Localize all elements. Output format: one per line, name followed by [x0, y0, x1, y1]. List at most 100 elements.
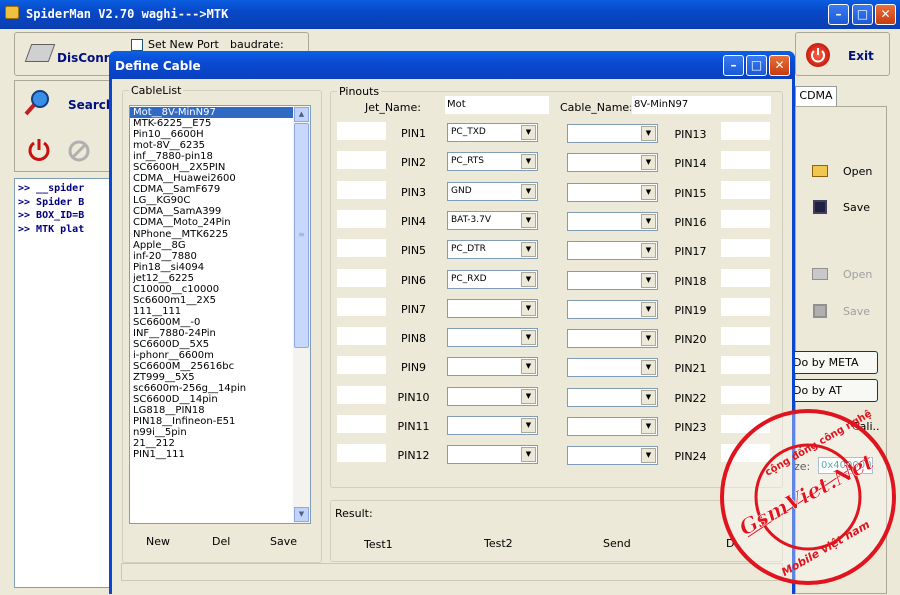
- dialog-maximize-button[interactable]: □: [746, 55, 767, 76]
- pin-signal-select[interactable]: BAT-3.7V ▼: [447, 210, 538, 230]
- cable-list-item[interactable]: i-phonr__6600m: [130, 350, 294, 361]
- cable-list-item[interactable]: SC6600H__2X5PIN: [130, 162, 294, 173]
- chevron-down-icon[interactable]: ▼: [641, 419, 656, 434]
- cable-list-item[interactable]: MTK-6225__E75: [130, 118, 294, 129]
- cable-list-item[interactable]: SC6600D__5X5: [130, 339, 294, 350]
- chevron-down-icon[interactable]: ▼: [641, 126, 656, 141]
- stop-icon[interactable]: [67, 139, 91, 163]
- cable-list-item[interactable]: inf-20__7880: [130, 251, 294, 262]
- pin-signal-select[interactable]: ▼: [567, 182, 658, 202]
- cable-list-item[interactable]: PIN1__111: [130, 449, 294, 460]
- pin-left-extra-field[interactable]: [336, 326, 387, 347]
- chevron-down-icon[interactable]: ▼: [521, 447, 536, 463]
- cable-list-item[interactable]: Sc6600m1__2X5: [130, 295, 294, 306]
- cable-list-item[interactable]: CDMA__SamA399: [130, 206, 294, 217]
- pin-left-extra-field[interactable]: [336, 267, 387, 288]
- pin-signal-select[interactable]: PC_RTS ▼: [447, 152, 538, 172]
- pin-signal-select[interactable]: ▼: [567, 211, 658, 231]
- chevron-down-icon[interactable]: ▼: [641, 155, 656, 171]
- cable-list-item[interactable]: CDMA__Huawei2600: [130, 173, 294, 184]
- pin-signal-select[interactable]: PC_TXD ▼: [447, 123, 538, 142]
- power-icon[interactable]: [26, 137, 52, 163]
- cable-list-item[interactable]: LG__KG90C: [130, 195, 294, 206]
- pin-signal-select[interactable]: ▼: [447, 416, 538, 435]
- list-scrollbar[interactable]: ▲ ≡ ▼: [293, 106, 310, 523]
- chevron-down-icon[interactable]: ▼: [641, 331, 656, 347]
- pin-signal-select[interactable]: ▼: [567, 124, 658, 143]
- cable-name-input[interactable]: 8V-MinN97: [631, 95, 772, 115]
- cable-list-item[interactable]: Pin18__si4094: [130, 262, 294, 273]
- chevron-down-icon[interactable]: ▼: [521, 212, 536, 228]
- cable-list-item[interactable]: ZT999__5X5: [130, 372, 294, 383]
- pin-signal-select[interactable]: ▼: [447, 445, 538, 465]
- pin-right-extra-field[interactable]: [720, 150, 771, 171]
- pin-signal-select[interactable]: ▼: [567, 417, 658, 436]
- minimize-button[interactable]: –: [828, 4, 849, 25]
- pin-signal-select[interactable]: PC_RXD ▼: [447, 269, 538, 289]
- delete-cable-button[interactable]: Del: [212, 535, 230, 548]
- close-button[interactable]: ✕: [875, 4, 896, 25]
- pin-signal-select[interactable]: GND ▼: [447, 181, 538, 201]
- pin-left-extra-field[interactable]: [336, 150, 387, 171]
- save-label[interactable]: Save: [843, 201, 870, 214]
- tab-cdma[interactable]: CDMA: [795, 86, 837, 106]
- floppy-save-icon[interactable]: [813, 200, 827, 214]
- do-by-meta-button[interactable]: Do by META: [790, 351, 878, 374]
- chevron-down-icon[interactable]: ▼: [641, 243, 656, 259]
- save-cable-button[interactable]: Save: [270, 535, 297, 548]
- cable-list-item[interactable]: jet12__6225: [130, 273, 294, 284]
- cable-list-item[interactable]: LG818__PIN18: [130, 405, 294, 416]
- chevron-down-icon[interactable]: ▼: [641, 301, 656, 317]
- dialog-minimize-button[interactable]: –: [723, 55, 744, 76]
- pin-signal-select[interactable]: ▼: [447, 328, 538, 348]
- chevron-down-icon[interactable]: ▼: [521, 271, 536, 287]
- cable-list-item[interactable]: mot-8V__6235: [130, 140, 294, 151]
- cable-list-item[interactable]: Apple__8G: [130, 240, 294, 251]
- pin-right-extra-field[interactable]: [720, 179, 771, 200]
- maximize-button[interactable]: □: [852, 4, 873, 25]
- chevron-down-icon[interactable]: ▼: [641, 389, 656, 405]
- cable-list-item[interactable]: Pin10__6600H: [130, 129, 294, 140]
- pin-left-extra-field[interactable]: [336, 179, 387, 200]
- cable-list-item[interactable]: PIN18__Infineon-E51: [130, 416, 294, 427]
- cable-list-item[interactable]: CDMA__SamF679: [130, 184, 294, 195]
- scroll-up-button[interactable]: ▲: [294, 107, 309, 122]
- folder-open-icon[interactable]: [812, 165, 828, 177]
- pin-right-extra-field[interactable]: [720, 267, 771, 288]
- pin-left-extra-field[interactable]: [336, 414, 387, 434]
- pin-right-extra-field[interactable]: [720, 208, 771, 229]
- scroll-down-button[interactable]: ▼: [294, 507, 309, 522]
- pin-signal-select[interactable]: ▼: [567, 299, 658, 319]
- test2-button[interactable]: Test2: [484, 537, 513, 550]
- pin-right-extra-field[interactable]: [720, 121, 771, 141]
- cable-list-item[interactable]: CDMA__Moto_24Pin: [130, 217, 294, 228]
- pin-signal-select[interactable]: ▼: [567, 241, 658, 261]
- pin-right-extra-field[interactable]: [720, 326, 771, 347]
- pin-signal-select[interactable]: ▼: [567, 358, 658, 378]
- pin-left-extra-field[interactable]: [336, 296, 387, 317]
- cable-list-item[interactable]: SC6600M__25616bc: [130, 361, 294, 372]
- pin-signal-select[interactable]: ▼: [447, 357, 538, 377]
- search-icon[interactable]: [22, 88, 52, 118]
- chevron-down-icon[interactable]: ▼: [521, 330, 536, 346]
- pin-signal-select[interactable]: PC_DTR ▼: [447, 240, 538, 260]
- cable-list-item[interactable]: SC6600M__-0: [130, 317, 294, 328]
- cable-list-item[interactable]: 111__111: [130, 306, 294, 317]
- cable-list-item[interactable]: sc6600m-256g__14pin: [130, 383, 294, 394]
- pin-right-extra-field[interactable]: [720, 238, 771, 259]
- search-label[interactable]: Search: [68, 98, 114, 112]
- exit-icon[interactable]: [806, 43, 830, 67]
- chevron-down-icon[interactable]: ▼: [641, 448, 656, 464]
- pin-left-extra-field[interactable]: [336, 121, 387, 141]
- pin-signal-select[interactable]: ▼: [447, 298, 538, 318]
- cable-list-item[interactable]: INF__7880-24Pin: [130, 328, 294, 339]
- do-by-at-button[interactable]: Do by AT: [790, 379, 878, 402]
- set-new-port-checkbox[interactable]: [131, 39, 143, 51]
- pin-signal-select[interactable]: ▼: [567, 270, 658, 290]
- chevron-down-icon[interactable]: ▼: [641, 360, 656, 376]
- pin-left-extra-field[interactable]: [336, 384, 387, 405]
- chevron-down-icon[interactable]: ▼: [521, 388, 536, 404]
- pin-right-extra-field[interactable]: [720, 296, 771, 317]
- chevron-down-icon[interactable]: ▼: [641, 184, 656, 200]
- scroll-thumb[interactable]: ≡: [294, 123, 309, 348]
